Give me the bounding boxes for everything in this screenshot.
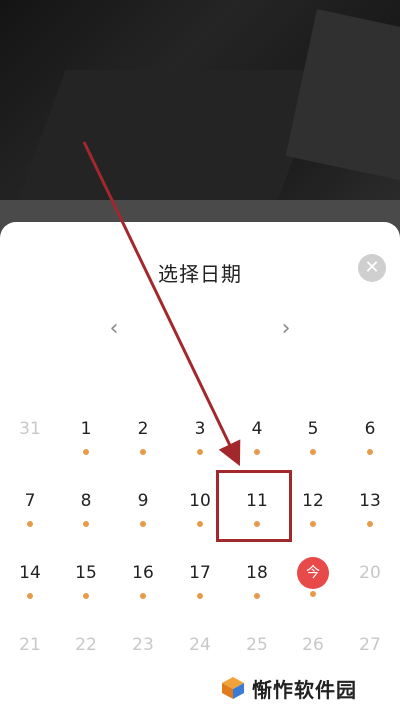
calendar-day-number: 22 [75, 635, 97, 655]
event-dot-icon [254, 449, 260, 455]
calendar-day[interactable]: 6 [342, 417, 398, 489]
calendar-day-number: 31 [19, 419, 41, 439]
calendar-day-number: 9 [137, 491, 149, 511]
calendar-day-number: 24 [189, 635, 211, 655]
calendar-day[interactable]: 4 [229, 417, 285, 489]
calendar-day[interactable]: 7 [2, 489, 58, 561]
event-dot-icon [83, 521, 89, 527]
event-dot-icon [27, 593, 33, 599]
calendar-day-number: 今 [297, 557, 329, 589]
calendar-day[interactable]: 18 [229, 561, 285, 633]
calendar-day-number: 8 [80, 491, 92, 511]
prev-month-button[interactable]: ‹ [104, 316, 124, 342]
event-dot-icon [367, 449, 373, 455]
calendar-day-number: 2 [137, 419, 149, 439]
event-dot-icon [310, 449, 316, 455]
calendar-day-today[interactable]: 今 [285, 557, 341, 633]
watermark-logo-icon [220, 675, 246, 701]
event-dot-icon [83, 593, 89, 599]
calendar-day[interactable]: 14 [2, 561, 58, 633]
calendar-day[interactable]: 17 [172, 561, 228, 633]
event-dot-icon [310, 521, 316, 527]
calendar-day: 31 [2, 417, 58, 489]
calendar-day-number: 14 [19, 563, 41, 583]
calendar-day[interactable]: 10 [172, 489, 228, 561]
next-month-button[interactable]: › [276, 316, 296, 342]
calendar-day[interactable]: 15 [58, 561, 114, 633]
close-icon: ✕ [364, 257, 380, 278]
calendar-week-row: 7 8 9 10 11 12 13 [0, 489, 400, 561]
calendar-day: 23 [115, 633, 171, 705]
calendar-day-number: 6 [364, 419, 376, 439]
calendar-day-number: 13 [359, 491, 381, 511]
calendar-grid: 31 1 2 3 4 5 6 7 8 9 10 11 12 13 14 15 16 17 18 今 20 21 22 23 24… [0, 417, 400, 705]
chevron-left-icon: ‹ [109, 316, 119, 341]
calendar-day: 22 [58, 633, 114, 705]
calendar-day-number: 21 [19, 635, 41, 655]
calendar-week-row: 31 1 2 3 4 5 6 [0, 417, 400, 489]
event-dot-icon [140, 449, 146, 455]
calendar-day-number: 11 [246, 491, 268, 511]
event-dot-icon [367, 521, 373, 527]
calendar-day-number: 27 [359, 635, 381, 655]
video-shape [285, 9, 400, 181]
calendar-day[interactable]: 16 [115, 561, 171, 633]
calendar-day: 20 [342, 561, 398, 633]
calendar-day[interactable]: 9 [115, 489, 171, 561]
calendar-day[interactable]: 12 [285, 489, 341, 561]
event-dot-icon [254, 593, 260, 599]
event-dot-icon [27, 521, 33, 527]
event-dot-icon [140, 521, 146, 527]
calendar-day-number: 7 [24, 491, 36, 511]
calendar-day-number: 17 [189, 563, 211, 583]
calendar-day-number: 5 [307, 419, 319, 439]
calendar-day[interactable]: 2 [115, 417, 171, 489]
close-button[interactable]: ✕ [358, 254, 386, 282]
calendar-day-number: 10 [189, 491, 211, 511]
video-background [0, 0, 400, 200]
watermark-text: 惭怍软件园 [252, 677, 357, 702]
chevron-right-icon: › [281, 316, 291, 341]
event-dot-icon [197, 449, 203, 455]
calendar-day[interactable]: 11 [229, 489, 285, 561]
calendar-day-number: 26 [302, 635, 324, 655]
calendar-day-number: 23 [132, 635, 154, 655]
event-dot-icon [310, 591, 316, 597]
event-dot-icon [140, 593, 146, 599]
calendar-week-row: 14 15 16 17 18 今 20 [0, 557, 400, 633]
calendar-day[interactable]: 1 [58, 417, 114, 489]
date-picker-sheet: 选择日期 ✕ ‹ › 31 1 2 3 4 5 6 7 8 9 10 11 12 13 14 15 16 17 18… [0, 222, 400, 711]
calendar-day: 21 [2, 633, 58, 705]
calendar-day-number: 18 [246, 563, 268, 583]
calendar-day[interactable]: 5 [285, 417, 341, 489]
event-dot-icon [197, 593, 203, 599]
calendar-day-number: 16 [132, 563, 154, 583]
calendar-day-number: 15 [75, 563, 97, 583]
calendar-day-number: 3 [194, 419, 206, 439]
event-dot-icon [254, 521, 260, 527]
sheet-title: 选择日期 [158, 262, 242, 286]
calendar-day[interactable]: 13 [342, 489, 398, 561]
event-dot-icon [83, 449, 89, 455]
calendar-day-number: 1 [80, 419, 92, 439]
calendar-day[interactable]: 8 [58, 489, 114, 561]
calendar-day-number: 12 [302, 491, 324, 511]
calendar-day[interactable]: 3 [172, 417, 228, 489]
calendar-day-number: 25 [246, 635, 268, 655]
video-shape [14, 70, 326, 200]
event-dot-icon [197, 521, 203, 527]
calendar-day-number: 4 [251, 419, 263, 439]
calendar-day-number: 20 [359, 563, 381, 583]
watermark: 惭怍软件园 [216, 672, 361, 704]
